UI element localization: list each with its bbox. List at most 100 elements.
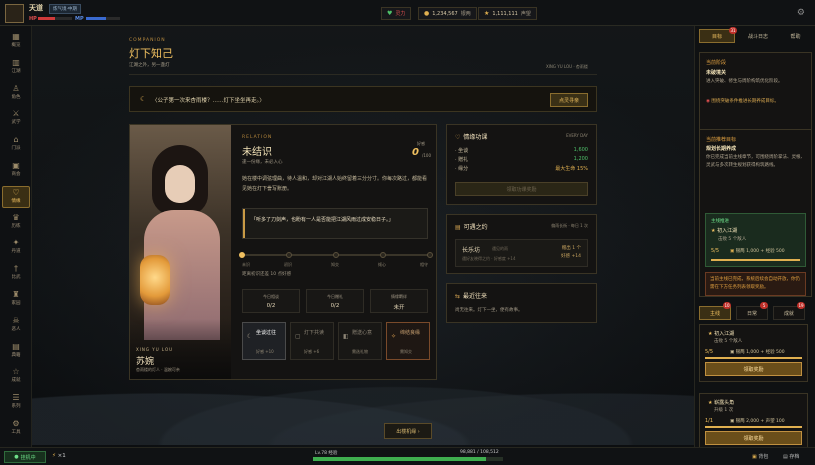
goal-box: 当前推荐目标 规划长期养成 你已完成当前主线章节，可围绕周阶掌法、灵根、灵武与多… [699, 129, 812, 297]
nav-item-sword[interactable]: † 比武 [2, 263, 30, 285]
action-sub: 需知交 [400, 349, 412, 354]
destination-name: 长乐坊 [462, 247, 481, 254]
nav-item-pavilion[interactable]: ♜ 家园 [2, 289, 30, 311]
bag-button[interactable]: ▣ 背包 [752, 453, 768, 460]
nav-item-wrench[interactable]: ⚙ 工具 [2, 418, 30, 440]
mp-label: MP [75, 16, 84, 22]
nav-item-person[interactable]: ♙ 角色 [2, 83, 30, 105]
action-sub: 好感 +6 [304, 349, 320, 354]
daily-row-label: · 赠礼 [455, 157, 469, 163]
nav-item-gourd[interactable]: ✦ 丹道 [2, 237, 30, 259]
resource-fame[interactable]: ★ 1,111,111 声望 [478, 7, 537, 20]
gift-icon: ◧ [343, 333, 349, 340]
nav-item-trophy[interactable]: ♛ 历练 [2, 212, 30, 234]
relation-subtitle: 逢一份缘，未必入心 [242, 160, 283, 165]
star-icon: ☆ [12, 367, 20, 377]
right-tab-1[interactable]: 战斗日志 [739, 29, 777, 43]
exchange-icon: ⇆ [455, 293, 461, 300]
skull-icon: ☠ [12, 315, 20, 325]
trophy-icon: ♛ [12, 212, 20, 222]
subquest-reward: ▣ 银两 1,000 + 经验 500 [730, 249, 785, 254]
coin-icon: ● [424, 10, 430, 17]
lightning-icon: ⚡ [52, 453, 56, 459]
stage-dot [333, 252, 339, 258]
recent-card: ⇆ 最近往来 尚无往来。灯下一坐，便有故事。 [446, 283, 597, 323]
stage-label: 知交 [331, 262, 339, 267]
quest-reward: ▣ 银两 1,000 + 经验 500 [730, 350, 785, 355]
nav-item-grid[interactable]: ▦ 概览 [2, 31, 30, 53]
game-logo [5, 4, 24, 23]
top-bar: 天道 炼气境·中期 HP MP ♥ 灵力 ● 1,234,567 银两 ★ 1,… [0, 0, 815, 26]
destination-small: 遇见的雨 [492, 246, 508, 251]
shop-icon: ▣ [12, 161, 20, 170]
quest-tab-label: 成就 [783, 310, 794, 317]
nav-label: 工具 [11, 430, 21, 435]
nav-item-skull[interactable]: ☠ 恶人 [2, 315, 30, 337]
nav-item-gate[interactable]: ⌂ 门派 [2, 134, 30, 156]
afk-button[interactable]: ● 挂机中 [4, 451, 46, 463]
action-button-3[interactable]: ✧ 缔结良缘 需知交 [386, 322, 430, 360]
settings-gear-icon[interactable]: ⚙ [797, 8, 805, 18]
claim-reward-button[interactable]: 领取奖励 [705, 362, 802, 376]
moon-icon: ☾ [140, 95, 147, 103]
daily-row: · 坐谈 1,600 [455, 147, 588, 154]
companion-portrait[interactable]: XING YU LOU 苏婉 杏雨楼的灯人 · 温婉可亲 [130, 125, 231, 379]
goal-box-title: 当前推荐目标 [706, 137, 737, 143]
action-button-2[interactable]: ◧ 赠送心意 需选礼物 [338, 322, 382, 360]
action-button-1[interactable]: ▢ 灯下共读 好感 +6 [290, 322, 334, 360]
subquest-bar [711, 259, 800, 261]
section-en-label: COMPANION [129, 38, 166, 43]
daily-row-value: 1,200 [573, 156, 588, 162]
resource-spirit[interactable]: ♥ 灵力 [381, 7, 412, 20]
quest-card: ★ 初入江湖 击败 5 个敌人 5/5 ▣ 银两 1,000 + 经验 500 领取奖励 [699, 324, 808, 382]
stage-dot [286, 252, 292, 258]
daily-tag: EVERY DAY [566, 133, 588, 138]
grid-icon: ▦ [12, 32, 20, 41]
greeting-banner: ☾ 〈公子第一次来杏雨楼？……灯下坐坐再走。〉 点灵寻亲 [129, 86, 597, 112]
quest-bar [705, 357, 802, 359]
action-title: 坐谈过往 [256, 330, 277, 336]
nav-item-star[interactable]: ☆ 成就 [2, 366, 30, 388]
swords-icon: ⚔ [12, 109, 20, 119]
save-button[interactable]: ▤ 存档 [783, 453, 799, 460]
map-icon: ▥ [12, 57, 20, 67]
nav-item-shop[interactable]: ▣ 商会 [2, 160, 30, 182]
destination-title: ▤ 可遇之约 [455, 224, 488, 231]
quest-progress: 5/5 [705, 349, 714, 355]
resource-silver-unit: 银两 [460, 11, 471, 17]
destination-stats: 赠出 1 个好感 +14 [561, 246, 581, 259]
game-name: 天道 [29, 4, 43, 12]
resource-fame-value: 1,111,111 [492, 10, 518, 17]
exp-label: Lv.78 经验 [315, 451, 338, 456]
left-nav: ▦ 概览 ▥ 江湖 ♙ 角色 ⚔ 武学 ⌂ 门派 ▣ 商会 ♡ 情缘 ♛ 历练 ✦ 丹道 † 比武 ♜ 家园 ☠ 恶人 ▤ 典籍 ☆… [0, 26, 32, 447]
resource-silver[interactable]: ● 1,234,567 银两 [418, 7, 477, 20]
claim-reward-button[interactable]: 领取奖励 [705, 431, 802, 445]
nav-item-book[interactable]: ▤ 典籍 [2, 341, 30, 363]
action-button-0[interactable]: ☾ 坐谈过往 好感 +10 [242, 322, 286, 360]
book-icon: ▤ [12, 341, 20, 351]
destination-desc: 遇好友晓得之约 · 好感度 +14 [462, 256, 516, 261]
nav-label: 典籍 [11, 352, 21, 358]
stage-dot [239, 252, 245, 258]
nav-item-swords[interactable]: ⚔ 武学 [2, 108, 30, 130]
speed-toggle[interactable]: ⚡ ×1 [52, 453, 66, 459]
claim-daily-button[interactable]: 领取功课奖励 [455, 182, 588, 196]
destination-card: ▤ 可遇之约 偏雨长街 · 每日 1 次 长乐坊 遇见的雨 遇好友晓得之约 · 好… [446, 214, 597, 274]
nav-item-heart[interactable]: ♡ 情缘 [2, 185, 30, 208]
stage-desc: 进入突破、修生与周阶构筑优化阶段。 [706, 79, 783, 84]
companion-stat: 今日相谈 0/2 [242, 289, 300, 313]
embark-button[interactable]: 出楼机缘 › [384, 423, 432, 439]
heart-icon: ♡ [12, 187, 20, 197]
stage-dot [427, 252, 433, 258]
nav-label: 武学 [11, 120, 21, 126]
destination-item[interactable]: 长乐坊 遇见的雨 遇好友晓得之约 · 好感度 +14 赠出 1 个好感 +14 [455, 239, 588, 267]
quest-tab-label: 主线 [709, 310, 720, 317]
star-icon: ★ [484, 10, 490, 17]
stat-label: 情缘羁绊 [391, 294, 407, 299]
nav-item-scroll[interactable]: ☰ 系列 [2, 392, 30, 414]
seek-companion-button[interactable]: 点灵寻亲 [550, 93, 588, 107]
right-tab-2[interactable]: 帮助 [779, 29, 812, 43]
daily-tasks-card: ♡ 情缘功课 EVERY DAY · 坐谈 1,600 · 赠礼 1,200 · 缘分 最大… [446, 124, 597, 205]
destination-tag: 偏雨长街 · 每日 1 次 [551, 223, 588, 228]
nav-item-map[interactable]: ▥ 江湖 [2, 57, 30, 79]
